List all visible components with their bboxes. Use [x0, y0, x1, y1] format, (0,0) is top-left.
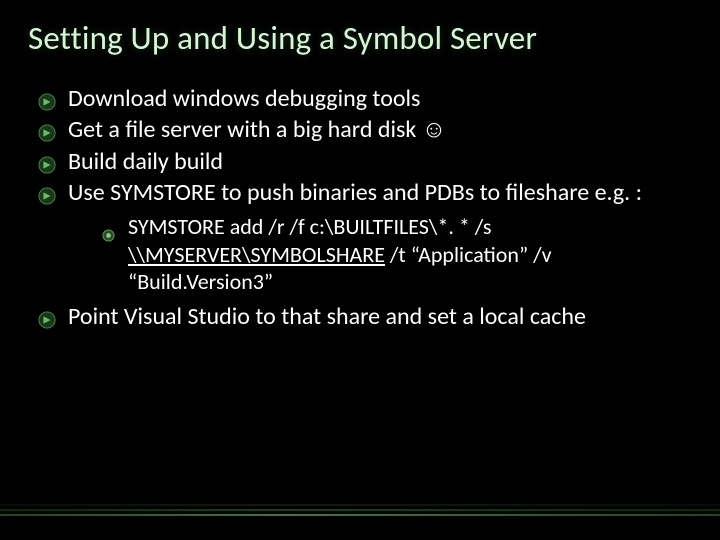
slide: Setting Up and Using a Symbol Server Dow… [0, 0, 720, 540]
sub-bullet-list: SYMSTORE add /r /f c:\BUILTFILES\*. * /s… [68, 213, 692, 296]
sub-bullet-text-pre: SYMSTORE add /r /f c:\BUILTFILES\*. * /s [128, 213, 491, 240]
bullet-text: Get a file server with a big hard disk ☺ [68, 115, 446, 144]
sub-bullet-item: SYMSTORE add /r /f c:\BUILTFILES\*. * /s… [68, 213, 692, 296]
stripe-line [0, 509, 720, 511]
decorative-stripes [0, 504, 720, 518]
bullet-text: Download windows debugging tools [68, 84, 420, 113]
dot-icon [102, 221, 115, 234]
bullet-text: Point Visual Studio to that share and se… [68, 302, 586, 331]
bullet-item: Use SYMSTORE to push binaries and PDBs t… [36, 178, 692, 296]
arrow-circle-icon [38, 89, 56, 107]
bullet-item: Build daily build [36, 147, 692, 176]
arrow-circle-icon [38, 183, 56, 201]
stripe-line [0, 514, 720, 516]
arrow-circle-icon [38, 120, 56, 138]
stripe-line [0, 504, 720, 506]
bullet-list: Download windows debugging tools Get a f… [28, 84, 692, 331]
bullet-text: Build daily build [68, 147, 223, 176]
slide-title: Setting Up and Using a Symbol Server [28, 18, 692, 58]
unc-path-link[interactable]: \\MYSERVER\SYMBOLSHARE [128, 241, 385, 268]
bullet-item: Get a file server with a big hard disk ☺ [36, 115, 692, 144]
bullet-text: Use SYMSTORE to push binaries and PDBs t… [68, 178, 642, 207]
arrow-circle-icon [38, 152, 56, 170]
bullet-item: Download windows debugging tools [36, 84, 692, 113]
arrow-circle-icon [38, 307, 56, 325]
bullet-item: Point Visual Studio to that share and se… [36, 302, 692, 331]
